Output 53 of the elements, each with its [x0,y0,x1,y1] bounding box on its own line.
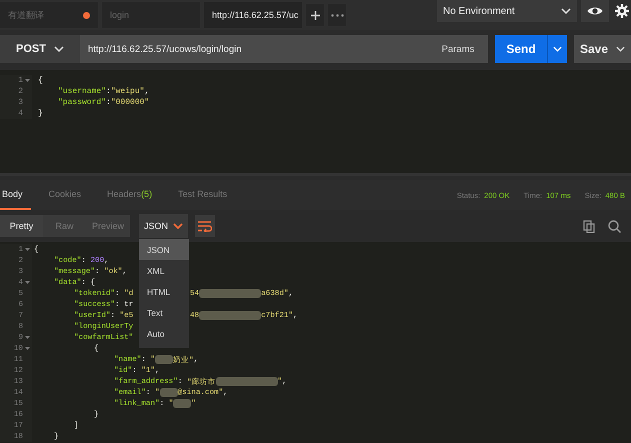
fold-icon[interactable] [25,248,30,251]
send-options-button[interactable] [547,35,567,63]
more-icon [330,14,344,16]
fold-icon[interactable] [25,79,30,82]
code-text: } [38,109,43,118]
code-text: : [106,98,111,107]
response-tab[interactable]: Headers(5) [99,180,160,210]
view-mode-button[interactable]: Pretty [0,215,43,237]
line-number: 2 [18,87,23,96]
code-text: "000000" [110,98,150,107]
redacted-block [199,289,262,298]
copy-icon[interactable] [583,220,595,232]
menu-item[interactable]: XML [139,260,189,281]
redacted-block [155,355,174,364]
menu-item[interactable]: HTML [139,281,189,302]
code-text: "password" [58,98,106,107]
redacted-block [173,399,192,408]
caret-icon [616,46,626,52]
fold-icon[interactable] [25,336,30,339]
fold-icon[interactable] [25,281,30,284]
menu-item[interactable]: Text [139,302,189,323]
wrap-lines-icon[interactable] [195,215,215,237]
request-tab[interactable]: http://116.62.25.57/uc [204,2,302,28]
line-number: 1 [18,76,23,85]
params-button[interactable]: Params [428,35,488,63]
redacted-block [216,377,278,386]
fold-icon[interactable] [25,347,30,350]
more-button[interactable] [328,4,346,26]
plus-icon [310,10,320,20]
code-text: , [144,87,150,96]
line-number: 4 [18,109,23,118]
search-icon[interactable] [608,220,621,232]
new-tab-button[interactable] [306,4,324,26]
line-number: 3 [18,98,23,107]
code-text: "username" [58,87,106,96]
caret-icon [173,223,183,229]
send-button[interactable]: Send [495,35,547,63]
menu-item[interactable]: Auto [139,323,189,344]
caret-icon [561,8,571,14]
menu-item[interactable]: JSON [139,239,189,260]
code-text: { [38,76,43,85]
code-text: "weipu" [110,87,144,96]
caret-icon [553,46,562,52]
format-select[interactable]: JSON [139,214,188,238]
code-text: : [106,87,111,96]
redacted-block [160,388,178,397]
url-field[interactable]: http://116.62.25.57/ucows/login/login [80,35,428,63]
caret-icon [54,46,64,52]
method-select[interactable]: POST [0,35,80,63]
save-button[interactable]: Save [574,35,631,63]
redacted-block [199,311,262,320]
environment-select[interactable]: No Environment [437,0,577,22]
eye-icon[interactable] [581,0,609,22]
